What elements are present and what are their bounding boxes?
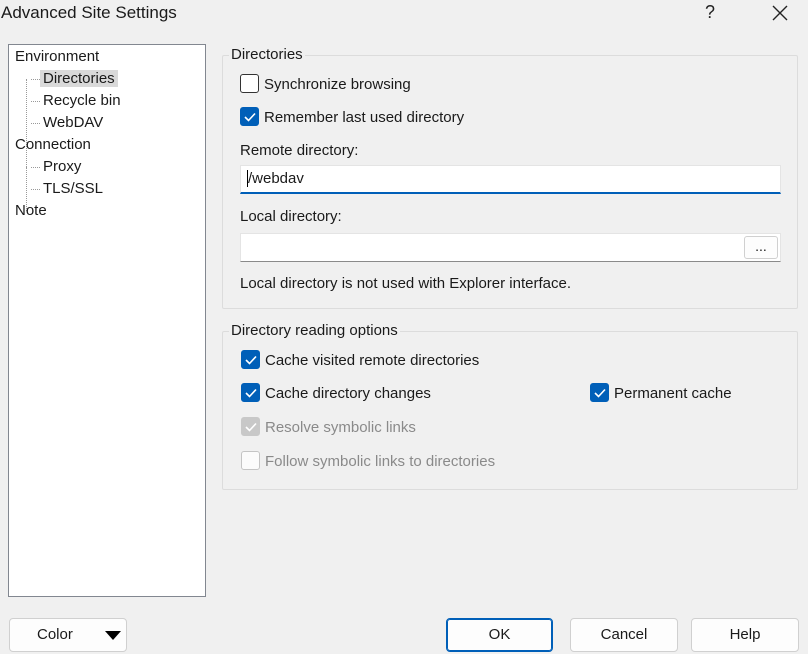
check-icon [240, 106, 259, 126]
cancel-button[interactable]: Cancel [570, 618, 678, 652]
check-icon [241, 349, 260, 369]
help-icon: ? [704, 2, 715, 22]
tree-item-recycle-bin[interactable]: Recycle bin [31, 90, 124, 111]
remote-directory-label: Remote directory: [240, 142, 359, 159]
close-button[interactable] [760, 0, 800, 26]
settings-tree[interactable]: Environment Directories Recycle bin WebD… [8, 44, 206, 597]
reading-options-group-title: Directory reading options [229, 322, 400, 340]
local-directory-input[interactable]: ... [240, 233, 781, 262]
tree-item-environment[interactable]: Environment [15, 46, 99, 67]
synchronize-browsing-checkbox[interactable]: Synchronize browsing [240, 73, 411, 96]
browse-button[interactable]: ... [744, 236, 778, 259]
window-title: Advanced Site Settings [1, 3, 177, 22]
check-icon [241, 416, 260, 436]
follow-symbolic-links-checkbox: Follow symbolic links to directories [241, 450, 495, 473]
dropdown-arrow-icon [105, 631, 121, 640]
cache-visited-directories-checkbox[interactable]: Cache visited remote directories [241, 349, 479, 372]
tree-item-directories[interactable]: Directories [31, 68, 118, 89]
checkbox-box [241, 450, 260, 470]
directories-group-title: Directories [229, 46, 305, 64]
tree-item-proxy[interactable]: Proxy [31, 156, 84, 177]
tree-item-tls-ssl[interactable]: TLS/SSL [31, 178, 106, 199]
local-directory-note: Local directory is not used with Explore… [240, 275, 571, 292]
checkbox-box [240, 73, 259, 93]
check-icon [241, 382, 260, 402]
tree-item-note[interactable]: Note [15, 200, 47, 221]
local-directory-label: Local directory: [240, 208, 342, 225]
help-button[interactable]: Help [691, 618, 799, 652]
tree-item-connection[interactable]: Connection [15, 134, 91, 155]
remember-last-directory-checkbox[interactable]: Remember last used directory [240, 106, 464, 129]
permanent-cache-checkbox[interactable]: Permanent cache [590, 382, 732, 405]
tree-item-webdav[interactable]: WebDAV [31, 112, 106, 133]
ok-button[interactable]: OK [446, 618, 553, 652]
check-icon [590, 382, 609, 402]
cache-directory-changes-checkbox[interactable]: Cache directory changes [241, 382, 431, 405]
remote-directory-input[interactable]: /webdav [240, 165, 781, 194]
help-title-button[interactable]: ? [690, 0, 730, 26]
color-button[interactable]: Color [9, 618, 127, 652]
resolve-symbolic-links-checkbox: Resolve symbolic links [241, 416, 416, 439]
close-icon [772, 5, 788, 21]
